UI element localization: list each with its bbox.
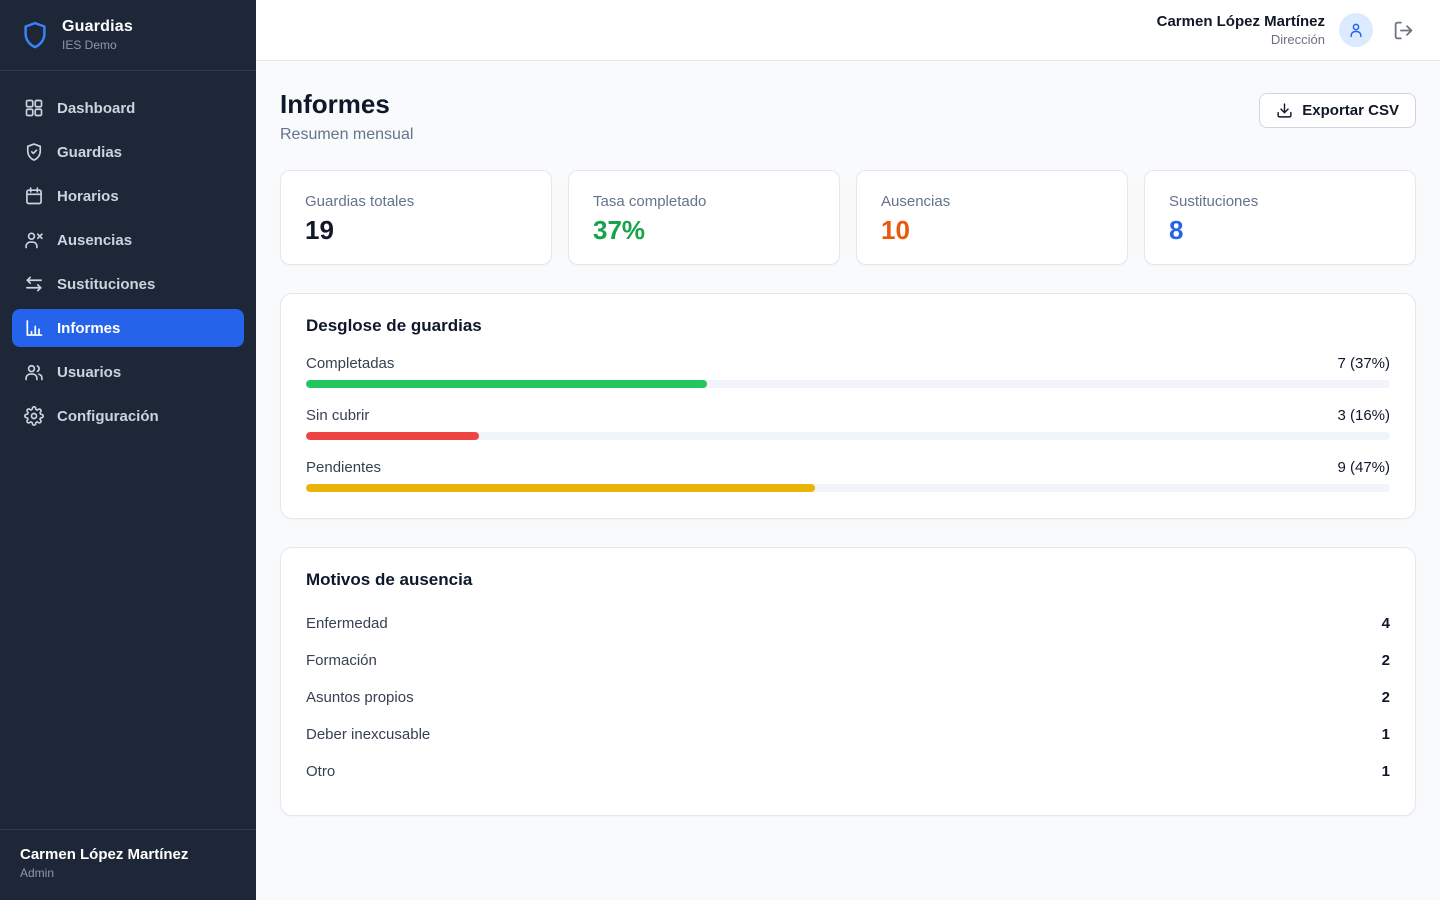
page-title: Informes (280, 89, 413, 120)
reason-row-deber-inexcusable: Deber inexcusable 1 (306, 716, 1390, 752)
page-subtitle: Resumen mensual (280, 126, 413, 144)
sidebar-item-usuarios[interactable]: Usuarios (12, 353, 244, 391)
swap-arrows-icon (24, 274, 44, 294)
reason-value: 1 (1382, 763, 1390, 780)
bar-label: Pendientes (306, 459, 381, 476)
topbar: Carmen López Martínez Dirección (256, 0, 1440, 61)
bar-chart-icon (24, 318, 44, 338)
avatar[interactable] (1339, 13, 1373, 47)
bar-label: Completadas (306, 355, 394, 372)
absence-reasons-list: Enfermedad 4 Formación 2 Asuntos propios… (306, 605, 1390, 789)
bar-value: 7 (37%) (1337, 355, 1390, 372)
sidebar-item-guardias[interactable]: Guardias (12, 133, 244, 171)
progress-fill (306, 380, 707, 388)
sidebar-item-label: Dashboard (57, 100, 135, 117)
topbar-user-name: Carmen López Martínez (1157, 13, 1325, 30)
breakdown-title: Desglose de guardias (306, 316, 1390, 336)
sidebar-user-name: Carmen López Martínez (20, 846, 236, 863)
sidebar-item-label: Ausencias (57, 232, 132, 249)
stat-card-ausencias: Ausencias 10 (856, 170, 1128, 265)
sidebar-item-label: Informes (57, 320, 120, 337)
sidebar-user-info: Carmen López Martínez Admin (0, 829, 256, 900)
topbar-user-role: Dirección (1157, 32, 1325, 47)
reason-row-enfermedad: Enfermedad 4 (306, 605, 1390, 641)
reason-row-otro: Otro 1 (306, 753, 1390, 789)
gear-icon (24, 406, 44, 426)
reason-value: 2 (1382, 652, 1390, 669)
sidebar-item-label: Guardias (57, 144, 122, 161)
shield-check-icon (24, 142, 44, 162)
progress-fill (306, 432, 479, 440)
app-logo: Guardias IES Demo (0, 0, 256, 71)
progress-track (306, 432, 1390, 440)
stat-value: 19 (305, 215, 527, 246)
sidebar: Guardias IES Demo Dashboard Guardias (0, 0, 256, 900)
sidebar-item-horarios[interactable]: Horarios (12, 177, 244, 215)
stat-label: Tasa completado (593, 193, 815, 210)
sidebar-item-label: Usuarios (57, 364, 121, 381)
stat-label: Guardias totales (305, 193, 527, 210)
sidebar-item-label: Configuración (57, 408, 159, 425)
stat-value: 37% (593, 215, 815, 246)
calendar-icon (24, 186, 44, 206)
download-icon (1276, 102, 1293, 119)
breakdown-row-completadas: Completadas 7 (37%) (306, 355, 1390, 388)
reason-label: Enfermedad (306, 615, 388, 632)
sidebar-item-dashboard[interactable]: Dashboard (12, 89, 244, 127)
sidebar-item-configuracion[interactable]: Configuración (12, 397, 244, 435)
stat-card-tasa-completado: Tasa completado 37% (568, 170, 840, 265)
stat-value: 8 (1169, 215, 1391, 246)
app-name: Guardias (62, 18, 133, 36)
sidebar-item-label: Sustituciones (57, 276, 155, 293)
breakdown-row-pendientes: Pendientes 9 (47%) (306, 459, 1390, 492)
sidebar-item-ausencias[interactable]: Ausencias (12, 221, 244, 259)
stat-card-guardias-totales: Guardias totales 19 (280, 170, 552, 265)
export-csv-button[interactable]: Exportar CSV (1259, 93, 1416, 128)
stat-card-sustituciones: Sustituciones 8 (1144, 170, 1416, 265)
user-x-icon (24, 230, 44, 250)
users-icon (24, 362, 44, 382)
page-head: Informes Resumen mensual Exportar CSV (280, 89, 1416, 144)
sidebar-item-informes[interactable]: Informes (12, 309, 244, 347)
progress-track (306, 484, 1390, 492)
stat-label: Ausencias (881, 193, 1103, 210)
breakdown-row-sin-cubrir: Sin cubrir 3 (16%) (306, 407, 1390, 440)
reason-label: Otro (306, 763, 335, 780)
reason-label: Deber inexcusable (306, 726, 430, 743)
bar-value: 9 (47%) (1337, 459, 1390, 476)
stat-cards: Guardias totales 19 Tasa completado 37% … (280, 170, 1416, 265)
reason-label: Asuntos propios (306, 689, 414, 706)
breakdown-card: Desglose de guardias Completadas 7 (37%)… (280, 293, 1416, 519)
progress-fill (306, 484, 815, 492)
bar-label: Sin cubrir (306, 407, 369, 424)
sidebar-user-role: Admin (20, 866, 236, 880)
stat-value: 10 (881, 215, 1103, 246)
sidebar-nav: Dashboard Guardias Horarios (0, 71, 256, 453)
dashboard-grid-icon (24, 98, 44, 118)
export-csv-label: Exportar CSV (1302, 102, 1399, 119)
app-subtitle: IES Demo (62, 38, 133, 52)
user-icon (1347, 21, 1365, 39)
sidebar-item-label: Horarios (57, 188, 119, 205)
content: Informes Resumen mensual Exportar CSV Gu… (256, 61, 1440, 900)
sidebar-item-sustituciones[interactable]: Sustituciones (12, 265, 244, 303)
shield-logo-icon (20, 20, 50, 50)
stat-label: Sustituciones (1169, 193, 1391, 210)
reason-row-formacion: Formación 2 (306, 642, 1390, 678)
progress-track (306, 380, 1390, 388)
reason-row-asuntos-propios: Asuntos propios 2 (306, 679, 1390, 715)
reason-value: 4 (1382, 615, 1390, 632)
absence-reasons-card: Motivos de ausencia Enfermedad 4 Formaci… (280, 547, 1416, 816)
reason-label: Formación (306, 652, 377, 669)
bar-value: 3 (16%) (1337, 407, 1390, 424)
absence-reasons-title: Motivos de ausencia (306, 570, 1390, 590)
main-area: Carmen López Martínez Dirección (256, 0, 1440, 900)
logout-icon (1393, 20, 1414, 41)
topbar-user-info: Carmen López Martínez Dirección (1157, 13, 1325, 47)
reason-value: 2 (1382, 689, 1390, 706)
logout-button[interactable] (1393, 20, 1414, 41)
reason-value: 1 (1382, 726, 1390, 743)
